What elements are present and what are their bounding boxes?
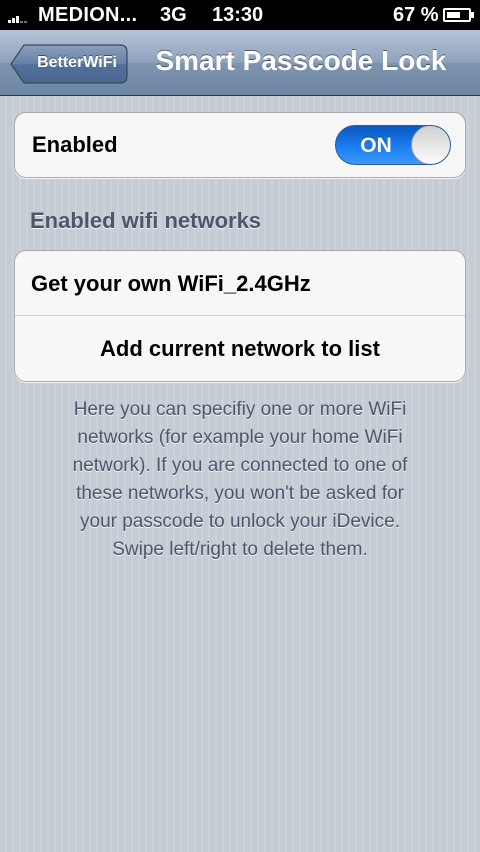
networks-list: Get your own WiFi_2.4GHz Add current net… bbox=[14, 250, 466, 382]
back-button-label: BetterWiFi bbox=[37, 54, 117, 71]
page-title: Smart Passcode Lock bbox=[155, 45, 447, 76]
back-button[interactable]: BetterWiFi bbox=[10, 44, 128, 84]
carrier-name: MEDION... bbox=[38, 4, 138, 26]
network-name: Get your own WiFi_2.4GHz bbox=[31, 271, 311, 296]
battery-percent: 67 % bbox=[393, 4, 439, 26]
footer-line: Here you can specifiy one or more WiFi bbox=[73, 399, 407, 420]
footer-line: network). If you are connected to one of bbox=[72, 455, 408, 476]
status-time: 13:30 bbox=[212, 4, 264, 26]
networks-section-header: Enabled wifi networks bbox=[30, 208, 262, 233]
footer-line: networks (for example your home WiFi bbox=[77, 427, 403, 448]
battery-icon bbox=[443, 8, 474, 22]
network-row[interactable]: Get your own WiFi_2.4GHz bbox=[15, 251, 465, 316]
footer-line: Swipe left/right to delete them. bbox=[112, 539, 368, 560]
network-type: 3G bbox=[160, 4, 187, 26]
enabled-cell: Enabled ON bbox=[14, 112, 466, 178]
footer-line: these networks, you won't be asked for bbox=[76, 483, 404, 504]
navigation-bar: BetterWiFi Smart Passcode Lock bbox=[0, 30, 480, 96]
battery-fill bbox=[447, 12, 460, 18]
add-network-button[interactable]: Add current network to list bbox=[15, 316, 465, 381]
toggle-knob bbox=[411, 126, 450, 164]
signal-bars-icon bbox=[8, 9, 30, 23]
toggle-on-label: ON bbox=[360, 134, 392, 157]
footer-explanation: Here you can specifiy one or more WiFi n… bbox=[24, 396, 456, 564]
status-bar: MEDION... 3G 13:30 67 % bbox=[0, 0, 480, 30]
add-network-label: Add current network to list bbox=[100, 336, 380, 361]
enabled-label: Enabled bbox=[32, 132, 118, 157]
enabled-toggle[interactable]: ON bbox=[335, 125, 451, 165]
footer-line: your passcode to unlock your iDevice. bbox=[80, 511, 400, 532]
